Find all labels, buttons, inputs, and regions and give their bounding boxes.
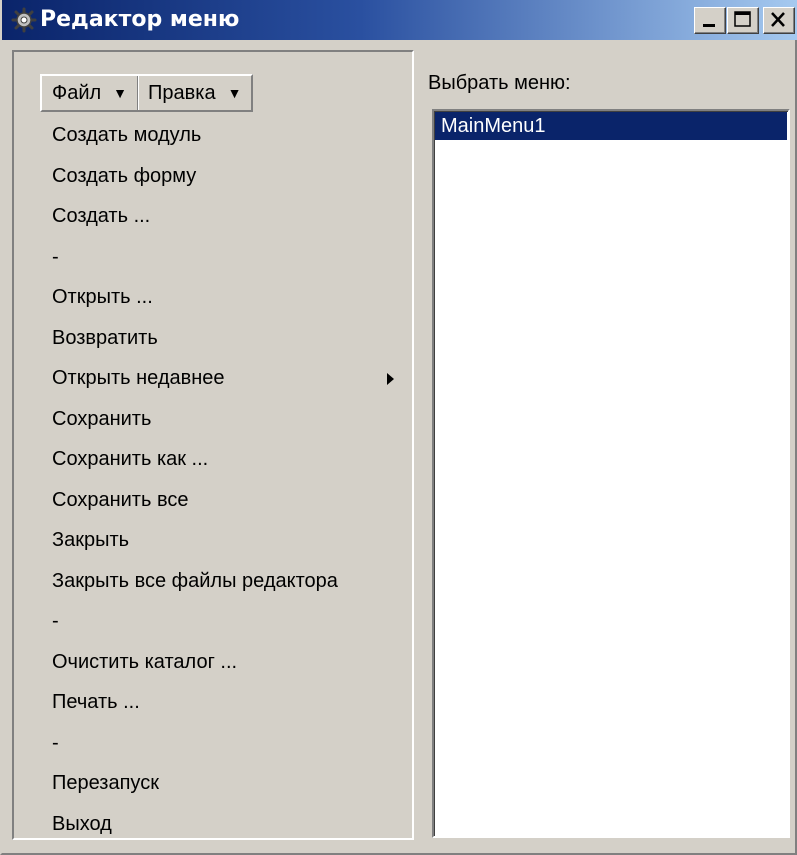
menu-item-quit[interactable]: Выход (40, 804, 410, 845)
menu-item-label: Открыть недавнее (52, 367, 225, 389)
menubar-item-file[interactable]: Файл ▼ (42, 76, 137, 110)
submenu-arrow-icon (387, 373, 394, 385)
menu-item-revert[interactable]: Возвратить (40, 318, 410, 359)
menu-preview-panel: Файл ▼ Правка ▼ Создать модуль Создать ф… (12, 50, 414, 840)
menu-item-create-module[interactable]: Создать модуль (40, 115, 410, 156)
app-icon (10, 7, 38, 33)
menubar-item-edit[interactable]: Правка ▼ (137, 76, 251, 110)
menu-item-print[interactable]: Печать ... (40, 682, 410, 723)
dropdown-arrow-icon: ▼ (227, 85, 242, 101)
menu-item-create[interactable]: Создать ... (40, 196, 410, 237)
menu-item-close-all-editor-files[interactable]: Закрыть все файлы редактора (40, 561, 410, 602)
menubar-item-label: Файл (52, 81, 102, 104)
menu-item-save-as[interactable]: Сохранить как ... (40, 439, 410, 480)
dropdown-arrow-icon: ▼ (113, 85, 128, 101)
minimize-icon (703, 24, 715, 27)
menu-editor-window: Редактор меню Файл ▼ Правка ▼ Создать мо… (0, 0, 797, 855)
menu-item-save[interactable]: Сохранить (40, 399, 410, 440)
menu-bar: Файл ▼ Правка ▼ (40, 74, 254, 112)
menu-separator[interactable]: - (40, 601, 410, 642)
menu-separator[interactable]: - (40, 237, 410, 278)
window-title: Редактор меню (40, 7, 240, 32)
maximize-icon (734, 11, 751, 27)
select-menu-label: Выбрать меню: (428, 72, 571, 94)
menu-item-open[interactable]: Открыть ... (40, 277, 410, 318)
close-icon (771, 12, 785, 27)
menu-listbox[interactable]: MainMenu1 (432, 109, 790, 838)
minimize-button[interactable] (694, 7, 726, 34)
menu-item-save-all[interactable]: Сохранить все (40, 480, 410, 521)
maximize-button[interactable] (727, 7, 759, 34)
menu-item-open-recent[interactable]: Открыть недавнее (40, 358, 410, 399)
title-bar[interactable]: Редактор меню (2, 0, 797, 40)
menu-item-restart[interactable]: Перезапуск (40, 763, 410, 804)
file-menu-list: Создать модуль Создать форму Создать ...… (40, 115, 410, 844)
menu-item-close[interactable]: Закрыть (40, 520, 410, 561)
close-button[interactable] (763, 7, 795, 34)
list-item[interactable]: MainMenu1 (435, 112, 787, 140)
menu-item-create-form[interactable]: Создать форму (40, 156, 410, 197)
menu-separator[interactable]: - (40, 723, 410, 764)
menubar-item-label: Правка (148, 81, 216, 104)
menu-item-clean-directory[interactable]: Очистить каталог ... (40, 642, 410, 683)
